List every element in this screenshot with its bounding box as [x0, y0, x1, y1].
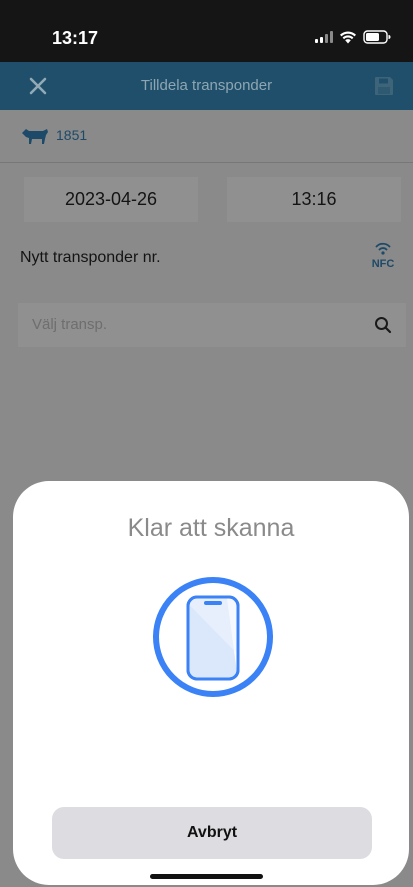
transponder-search-input[interactable]: Välj transp.: [18, 303, 406, 347]
wifi-icon: [339, 31, 357, 44]
status-icons: [315, 30, 391, 44]
status-bar: 13:17: [0, 0, 413, 62]
nav-bar: Tilldela transponder: [0, 62, 413, 110]
battery-icon: [363, 30, 391, 44]
app-screen: 13:17 Tilldela transponder 1851 2023-04-…: [0, 0, 413, 887]
date-field[interactable]: 2023-04-26: [24, 177, 198, 222]
animal-id: 1851: [56, 127, 88, 143]
search-icon[interactable]: [374, 316, 392, 334]
cow-icon: [20, 126, 50, 146]
time-field[interactable]: 13:16: [227, 177, 401, 222]
search-placeholder: Välj transp.: [32, 316, 108, 333]
nfc-label: NFC: [371, 258, 395, 270]
nfc-scan-sheet: Klar att skanna Avbryt: [13, 481, 409, 885]
animal-row[interactable]: 1851: [0, 110, 413, 163]
date-value: 2023-04-26: [64, 189, 158, 209]
save-icon[interactable]: [373, 75, 395, 97]
signal-icon: [315, 31, 333, 43]
cancel-button[interactable]: Avbryt: [52, 807, 372, 859]
sheet-title: Klar att skanna: [127, 514, 295, 542]
page-title: Tilldela transponder: [140, 77, 273, 94]
transponder-label: Nytt transponder nr.: [20, 249, 161, 266]
time-value: 13:16: [291, 189, 337, 209]
nfc-icon[interactable]: NFC: [367, 241, 399, 271]
phone-scan-icon: [151, 575, 275, 699]
status-time: 13:17: [52, 28, 99, 48]
home-indicator: [150, 874, 263, 879]
